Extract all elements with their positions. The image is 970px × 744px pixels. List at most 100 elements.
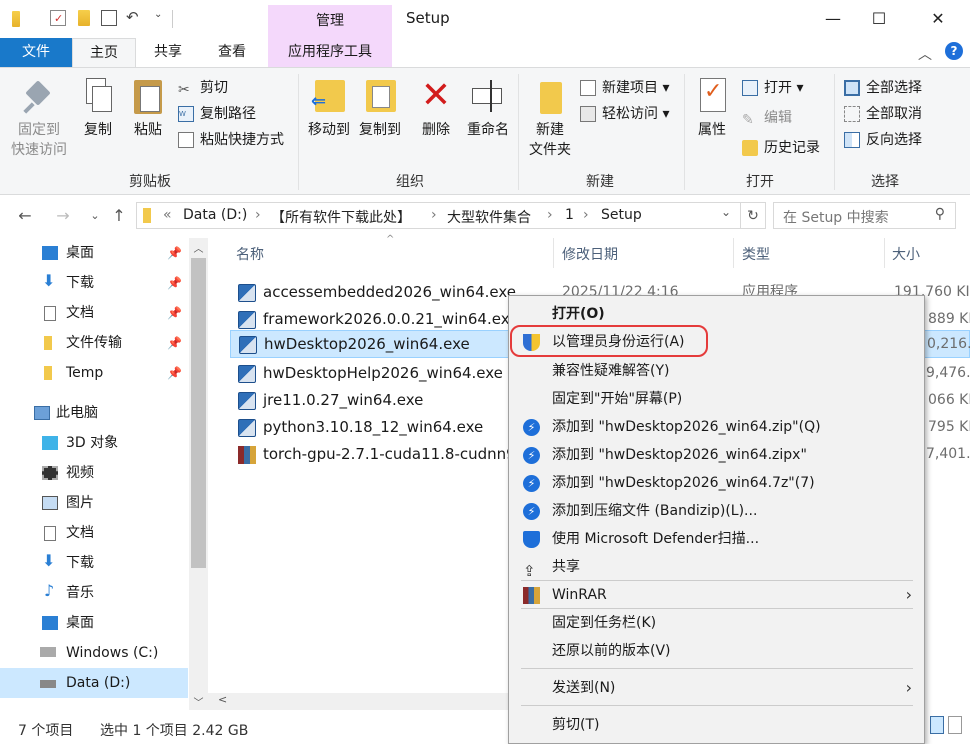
breadcrumb-setup[interactable]: Setup: [601, 207, 642, 223]
tab-file[interactable]: 文件: [0, 38, 72, 67]
pin-quick-access-button[interactable]: 固定到 快速访问: [6, 76, 72, 160]
breadcrumb-overflow[interactable]: «: [163, 207, 172, 223]
nav-item-downloads[interactable]: ⬇ 下载 📌: [0, 268, 188, 298]
menu-item-troubleshoot[interactable]: 兼容性疑难解答(Y): [509, 357, 924, 385]
nav-item-pc-desktop[interactable]: 桌面: [0, 608, 188, 638]
ribbon-tabs: 文件 主页 共享 查看 应用程序工具 ︿ ?: [0, 38, 970, 67]
invert-selection-button[interactable]: 反向选择: [844, 128, 922, 152]
new-folder-button[interactable]: 新建 文件夹: [522, 76, 578, 160]
paste-button[interactable]: 粘贴: [126, 76, 170, 140]
nav-item-file-transfer[interactable]: 文件传输 📌: [0, 328, 188, 358]
back-arrow-icon[interactable]: ←: [12, 203, 38, 229]
breadcrumb-drive[interactable]: Data (D:): [183, 207, 247, 223]
scroll-down-icon[interactable]: ﹀: [191, 694, 206, 710]
menu-item-cut[interactable]: 剪切(T): [509, 711, 924, 739]
menu-item-send-to[interactable]: 发送到(N) ›: [509, 674, 924, 702]
forward-arrow-icon[interactable]: →: [50, 203, 76, 229]
properties-icon[interactable]: ✓: [50, 10, 66, 26]
select-none-button[interactable]: 全部取消: [844, 102, 922, 126]
nav-scroll-thumb[interactable]: [191, 258, 206, 568]
open-button[interactable]: 打开 ▾: [742, 76, 803, 100]
pin-icon[interactable]: 📌: [167, 358, 182, 388]
nav-item-temp[interactable]: Temp 📌: [0, 358, 188, 388]
copy-to-button[interactable]: 复制到: [355, 76, 405, 140]
maximize-button[interactable]: ☐: [856, 0, 902, 38]
breadcrumb-collection[interactable]: 大型软件集合: [447, 207, 531, 227]
tab-share[interactable]: 共享: [136, 38, 200, 67]
close-button[interactable]: ✕: [915, 0, 961, 38]
nav-item-videos[interactable]: 视频: [0, 458, 188, 488]
select-all-button[interactable]: 全部选择: [844, 76, 922, 100]
pin-icon[interactable]: 📌: [167, 238, 182, 268]
menu-item-open[interactable]: 打开(O): [509, 300, 924, 328]
new-item-button[interactable]: 新建项目 ▾: [580, 76, 669, 100]
pin-icon[interactable]: 📌: [167, 268, 182, 298]
nav-item-music[interactable]: ♪ 音乐: [0, 578, 188, 608]
nav-item-documents[interactable]: 文档 📌: [0, 298, 188, 328]
nav-item-this-pc[interactable]: 此电脑: [0, 398, 188, 428]
breadcrumb-1[interactable]: 1: [565, 207, 574, 223]
menu-item-add-bandizip[interactable]: ⚡ 添加到压缩文件 (Bandizip)(L)...: [509, 497, 924, 525]
large-icons-view-icon[interactable]: [948, 716, 962, 734]
history-button[interactable]: 历史记录: [742, 136, 820, 160]
breadcrumb-downloads[interactable]: 【所有软件下载此处】: [271, 207, 411, 227]
bandizip-icon: ⚡: [523, 503, 540, 520]
nav-item-pc-documents[interactable]: 文档: [0, 518, 188, 548]
bandizip-icon: ⚡: [523, 447, 540, 464]
address-bar[interactable]: « Data (D:) › 【所有软件下载此处】 › 大型软件集合 › 1 › …: [136, 202, 741, 229]
scroll-left-icon[interactable]: <: [218, 693, 227, 706]
nav-item-drive-d[interactable]: Data (D:): [0, 668, 188, 698]
paste-shortcut-button[interactable]: 粘贴快捷方式: [178, 128, 284, 152]
easy-access-button[interactable]: 轻松访问 ▾: [580, 102, 669, 126]
edit-button[interactable]: ✎ 编辑: [742, 106, 792, 130]
details-view-icon[interactable]: [930, 716, 944, 734]
menu-item-pin-start[interactable]: 固定到"开始"屏幕(P): [509, 385, 924, 413]
column-header-name[interactable]: 名称: [236, 244, 264, 264]
copy-path-button[interactable]: W 复制路径: [178, 102, 256, 126]
rename-button[interactable]: 重命名: [462, 76, 514, 140]
column-header-date[interactable]: 修改日期: [562, 244, 618, 264]
menu-item-add-zipx[interactable]: ⚡ 添加到 "hwDesktop2026_win64.zipx": [509, 441, 924, 469]
column-header-type[interactable]: 类型: [742, 244, 770, 264]
nav-item-drive-c[interactable]: Windows (C:): [0, 638, 188, 668]
menu-item-share[interactable]: ⇪ 共享: [509, 553, 924, 581]
new-folder-icon[interactable]: [78, 10, 90, 26]
address-dropdown-icon[interactable]: ⌄: [721, 205, 731, 219]
cut-button[interactable]: ✂ 剪切: [178, 76, 228, 100]
nav-item-pictures[interactable]: 图片: [0, 488, 188, 518]
nav-item-desktop[interactable]: 桌面 📌: [0, 238, 188, 268]
column-header-size[interactable]: 大小: [892, 244, 920, 264]
tab-view[interactable]: 查看: [200, 38, 264, 67]
menu-item-winrar[interactable]: WinRAR ›: [509, 581, 924, 609]
tab-app-tools[interactable]: 应用程序工具: [268, 38, 392, 67]
pin-icon[interactable]: 📌: [167, 328, 182, 358]
nav-item-pc-downloads[interactable]: ⬇ 下载: [0, 548, 188, 578]
minimize-button[interactable]: —: [810, 0, 856, 38]
properties-button[interactable]: ✓ 属性: [690, 76, 734, 140]
exe-icon: [238, 419, 256, 437]
manage-tab-header[interactable]: 管理: [268, 5, 392, 38]
up-arrow-icon[interactable]: ↑: [106, 203, 132, 229]
scroll-up-icon[interactable]: ︿: [191, 240, 206, 256]
menu-item-restore-versions[interactable]: 还原以前的版本(V): [509, 637, 924, 665]
chevron-down-icon[interactable]: ⌄: [154, 9, 170, 25]
menu-item-defender-scan[interactable]: 使用 Microsoft Defender扫描...: [509, 525, 924, 553]
menu-item-add-7z[interactable]: ⚡ 添加到 "hwDesktop2026_win64.7z"(7): [509, 469, 924, 497]
pin-icon[interactable]: 📌: [167, 298, 182, 328]
delete-button[interactable]: ✕ 删除: [416, 76, 456, 140]
layout-icon[interactable]: [101, 10, 117, 26]
menu-item-add-zip[interactable]: ⚡ 添加到 "hwDesktop2026_win64.zip"(Q): [509, 413, 924, 441]
undo-icon[interactable]: ↶: [126, 8, 142, 26]
tab-home[interactable]: 主页: [72, 38, 136, 67]
scissors-icon: ✂: [178, 82, 190, 98]
copy-button[interactable]: 复制: [76, 76, 120, 140]
nav-item-3d-objects[interactable]: 3D 对象: [0, 428, 188, 458]
search-input[interactable]: 在 Setup 中搜索 ⚲: [773, 202, 956, 229]
menu-item-pin-taskbar[interactable]: 固定到任务栏(K): [509, 609, 924, 637]
move-to-button[interactable]: ⇐ 移动到: [304, 76, 354, 140]
exe-icon: [238, 311, 256, 329]
help-icon[interactable]: ?: [945, 42, 963, 60]
recent-locations-icon[interactable]: ⌄: [82, 203, 108, 229]
collapse-ribbon-icon[interactable]: ︿: [918, 44, 932, 64]
refresh-icon[interactable]: ↻: [741, 202, 766, 229]
